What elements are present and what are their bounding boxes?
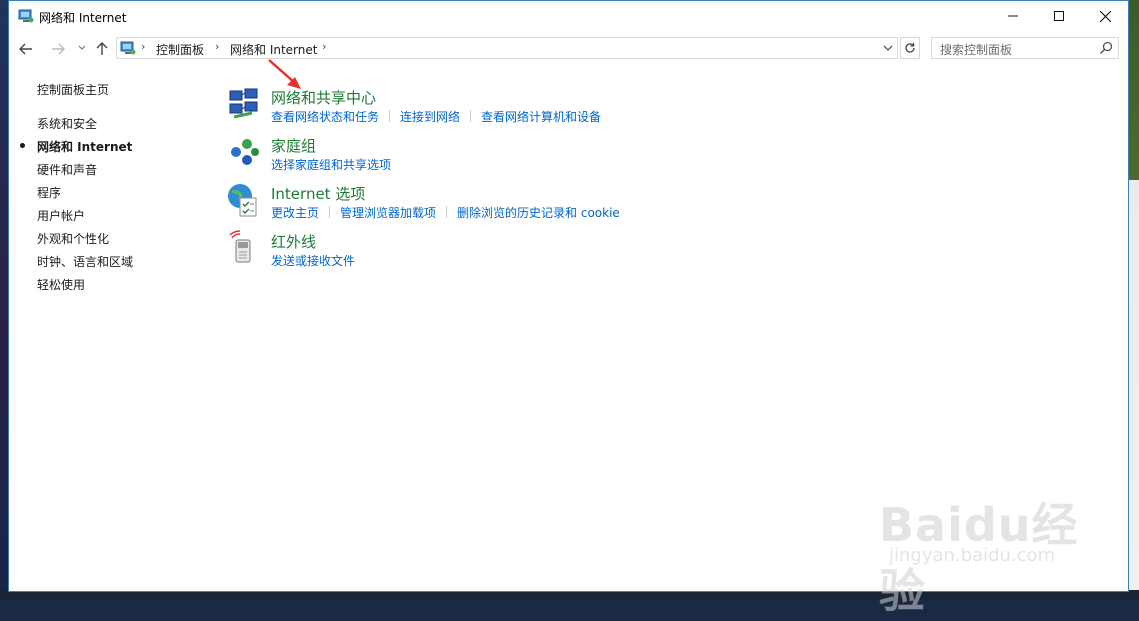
maximize-icon	[1054, 11, 1064, 21]
category-title-infrared[interactable]: 红外线	[271, 231, 316, 252]
sidebar-item-home[interactable]: 控制面板主页	[37, 81, 109, 98]
forward-button[interactable]	[47, 35, 69, 61]
control-panel-icon	[120, 41, 136, 55]
category-links-network-sharing: 查看网络状态和任务 连接到网络 查看网络计算机和设备	[271, 108, 601, 125]
breadcrumb-control-panel[interactable]: 控制面板	[156, 41, 204, 58]
sidebar-item-clock-language-region[interactable]: 时钟、语言和区域	[37, 253, 133, 270]
minimize-button[interactable]	[990, 1, 1036, 32]
arrow-left-icon	[19, 43, 32, 54]
link-divider	[470, 110, 472, 122]
category-links-infrared: 发送或接收文件	[271, 252, 355, 269]
link-change-home-page[interactable]: 更改主页	[271, 206, 319, 220]
address-bar[interactable]: › 控制面板 › 网络和 Internet ›	[116, 37, 898, 59]
link-divider	[389, 110, 391, 122]
close-icon	[1099, 10, 1111, 22]
category-title-internet-options[interactable]: Internet 选项	[271, 183, 365, 204]
chevron-right-icon[interactable]: ›	[141, 40, 145, 53]
sidebar-item-appearance[interactable]: 外观和个性化	[37, 230, 109, 247]
chevron-down-icon[interactable]	[883, 40, 893, 56]
arrow-up-icon	[96, 41, 108, 55]
window-title: 网络和 Internet	[39, 11, 127, 25]
minimize-icon	[1008, 15, 1018, 17]
category-links-homegroup: 选择家庭组和共享选项	[271, 156, 391, 173]
refresh-button[interactable]	[900, 37, 920, 59]
sidebar-item-label: 网络和 Internet	[37, 140, 133, 154]
annotation-arrow-icon	[268, 59, 301, 89]
close-button[interactable]	[1082, 1, 1128, 32]
sidebar-item-user-accounts[interactable]: 用户帐户	[37, 207, 85, 224]
watermark-url: jingyan.baidu.com	[889, 545, 1056, 566]
link-delete-history[interactable]: 删除浏览的历史记录和 cookie	[457, 206, 620, 220]
category-title-homegroup[interactable]: 家庭组	[271, 135, 316, 156]
internet-options-icon[interactable]	[226, 182, 262, 218]
link-connect-network[interactable]: 连接到网络	[400, 110, 460, 124]
sidebar-item-programs[interactable]: 程序	[37, 184, 61, 201]
active-bullet	[20, 143, 25, 148]
search-input[interactable]: 搜索控制面板	[931, 37, 1119, 59]
recent-locations-button[interactable]	[71, 35, 93, 61]
link-send-receive-files[interactable]: 发送或接收文件	[271, 254, 355, 268]
sidebar-item-network-internet[interactable]: 网络和 Internet	[20, 138, 133, 155]
link-view-network-status[interactable]: 查看网络状态和任务	[271, 110, 379, 124]
link-homegroup-options[interactable]: 选择家庭组和共享选项	[271, 158, 391, 172]
sidebar-item-ease-of-access[interactable]: 轻松使用	[37, 276, 85, 293]
chevron-right-icon[interactable]: ›	[215, 40, 219, 53]
breadcrumb-network-internet[interactable]: 网络和 Internet	[230, 41, 317, 58]
title-bar[interactable]: 网络和 Internet	[9, 1, 1128, 32]
refresh-icon	[905, 42, 915, 53]
link-divider	[329, 206, 331, 218]
link-view-network-devices[interactable]: 查看网络计算机和设备	[481, 110, 601, 124]
infrared-icon[interactable]	[226, 230, 262, 266]
control-panel-icon	[18, 9, 34, 23]
network-sharing-icon[interactable]	[226, 85, 262, 121]
navigation-row: › 控制面板 › 网络和 Internet › 搜索控制面板	[9, 35, 1128, 61]
back-button[interactable]	[15, 35, 37, 61]
up-button[interactable]	[91, 35, 113, 61]
homegroup-icon[interactable]	[226, 134, 262, 170]
link-manage-addons[interactable]: 管理浏览器加载项	[340, 206, 436, 220]
arrow-right-icon	[52, 43, 65, 54]
search-icon[interactable]	[1099, 41, 1113, 55]
baidu-watermark: Baidu经验 jingyan.baidu.com	[879, 471, 1099, 618]
sidebar-item-system-security[interactable]: 系统和安全	[37, 115, 97, 132]
chevron-right-icon[interactable]: ›	[322, 40, 326, 53]
category-links-internet-options: 更改主页 管理浏览器加载项 删除浏览的历史记录和 cookie	[271, 204, 620, 221]
sidebar-item-hardware-sound[interactable]: 硬件和声音	[37, 161, 97, 178]
link-divider	[446, 206, 448, 218]
desktop-right-edge	[1129, 0, 1139, 600]
desktop-left-edge	[0, 0, 8, 600]
chevron-down-icon	[78, 45, 86, 50]
search-placeholder: 搜索控制面板	[940, 43, 1013, 57]
control-panel-window: 网络和 Internet › 控制面板 › 网络和 Internet › 搜索控…	[8, 0, 1129, 618]
maximize-button[interactable]	[1036, 1, 1082, 32]
